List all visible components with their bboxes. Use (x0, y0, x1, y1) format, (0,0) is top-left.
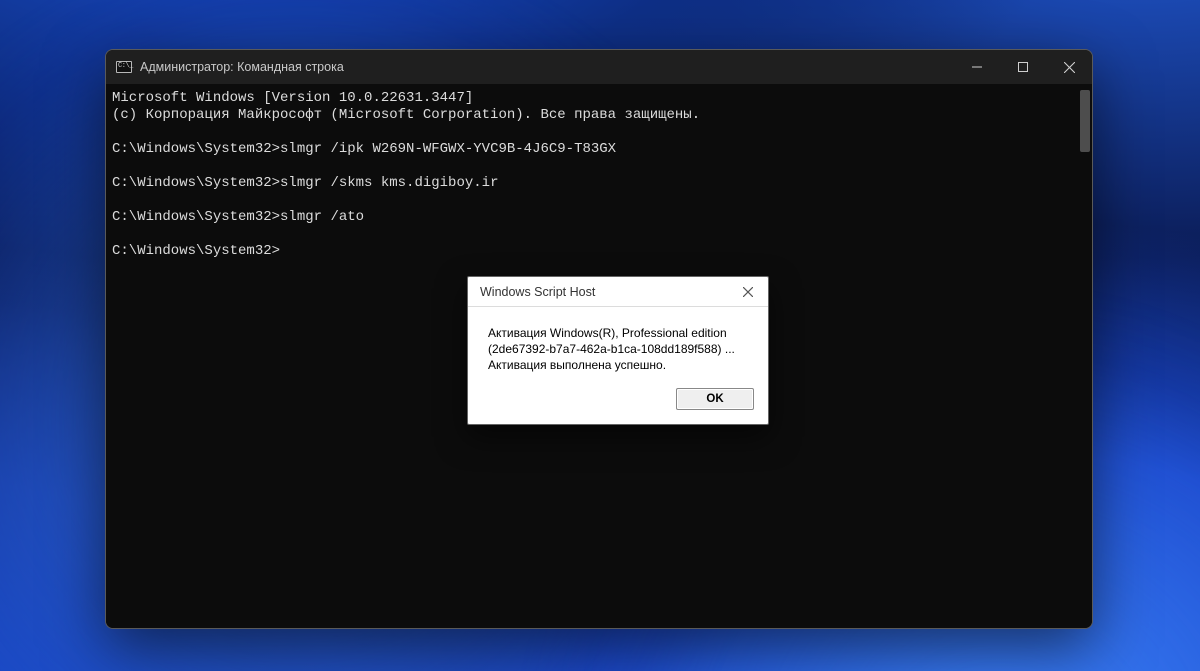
titlebar[interactable]: Администратор: Командная строка (106, 50, 1092, 84)
command: slmgr /ipk W269N-WFGWX-YVC9B-4J6C9-T83GX (280, 141, 616, 157)
scrollbar-thumb[interactable] (1080, 90, 1090, 152)
window-controls (954, 50, 1092, 84)
dialog-text-line: Активация выполнена успешно. (488, 357, 752, 373)
dialog-body: Активация Windows(R), Professional editi… (468, 307, 768, 378)
dialog-actions: OK (468, 378, 768, 424)
banner-line: (c) Корпорация Майкрософт (Microsoft Cor… (112, 107, 700, 123)
prompt: C:\Windows\System32> (112, 175, 280, 191)
maximize-button[interactable] (1000, 50, 1046, 84)
wsh-dialog: Windows Script Host Активация Windows(R)… (467, 276, 769, 425)
window-title: Администратор: Командная строка (140, 60, 344, 74)
minimize-button[interactable] (954, 50, 1000, 84)
prompt: C:\Windows\System32> (112, 141, 280, 157)
command: slmgr /skms kms.digiboy.ir (280, 175, 498, 191)
command: slmgr /ato (280, 209, 364, 225)
dialog-text-line: (2de67392-b7a7-462a-b1ca-108dd189f588) .… (488, 341, 752, 357)
dialog-close-button[interactable] (734, 281, 762, 303)
dialog-text-line: Активация Windows(R), Professional editi… (488, 325, 752, 341)
prompt: C:\Windows\System32> (112, 243, 280, 259)
dialog-title: Windows Script Host (480, 285, 734, 299)
cmd-icon (116, 61, 132, 73)
prompt: C:\Windows\System32> (112, 209, 280, 225)
dialog-titlebar[interactable]: Windows Script Host (468, 277, 768, 307)
ok-button[interactable]: OK (676, 388, 754, 410)
close-button[interactable] (1046, 50, 1092, 84)
banner-line: Microsoft Windows [Version 10.0.22631.34… (112, 90, 473, 106)
